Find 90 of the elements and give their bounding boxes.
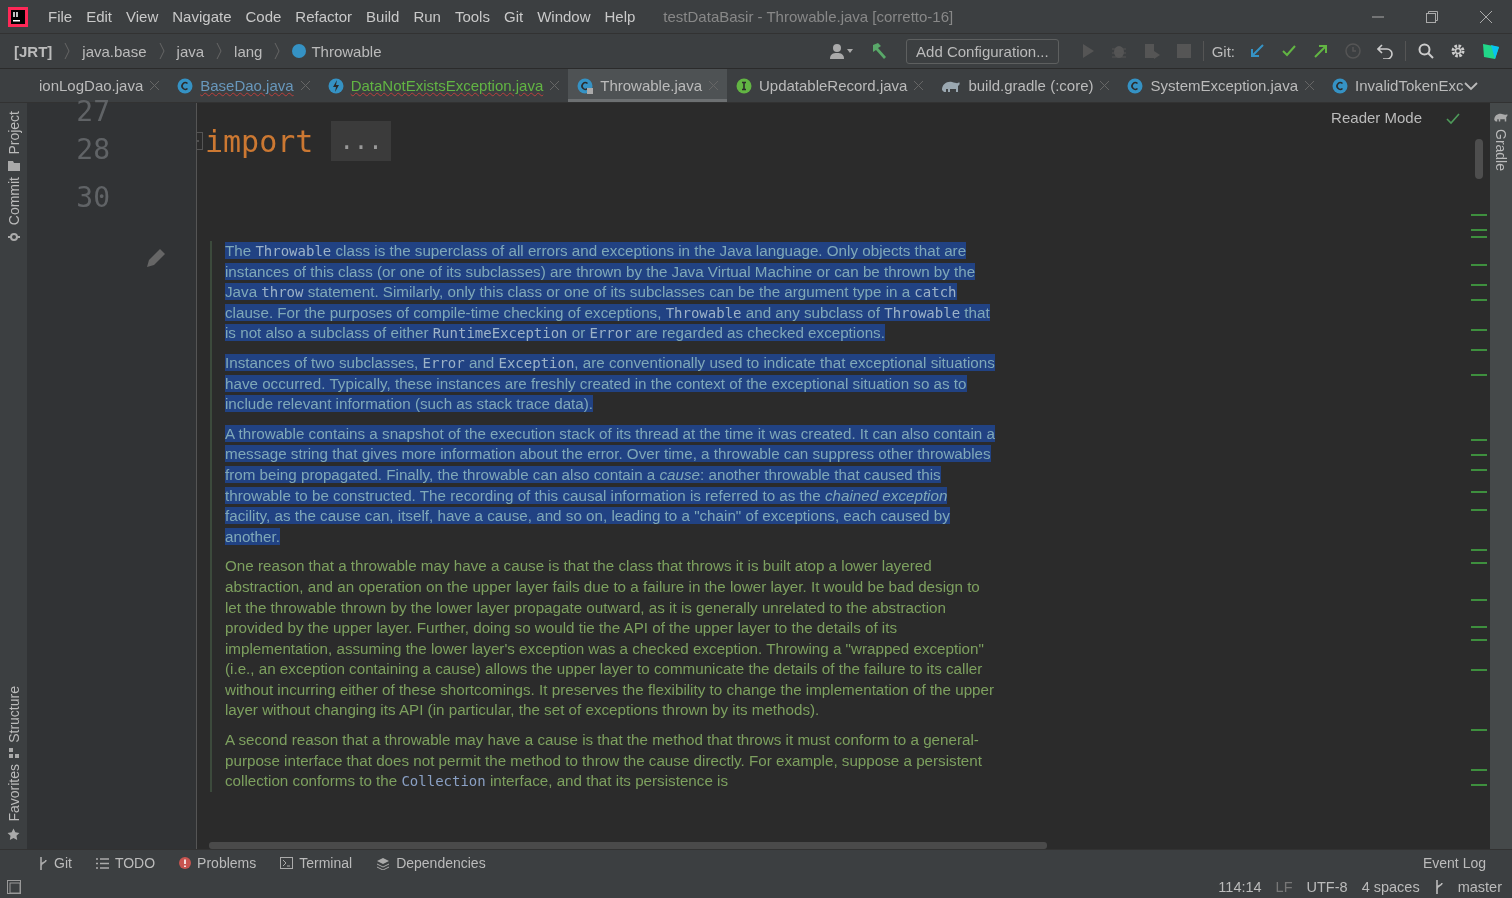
tool-window-button[interactable]: Gradle bbox=[1493, 129, 1509, 172]
tool-window-button[interactable]: Commit bbox=[5, 176, 22, 225]
lightning-icon bbox=[327, 77, 344, 94]
arrow-down-left-icon[interactable] bbox=[1249, 43, 1265, 59]
chevron-icon bbox=[158, 42, 165, 60]
folder-icon bbox=[7, 160, 20, 171]
git-branch[interactable]: master bbox=[1457, 879, 1502, 895]
breadcrumb[interactable]: java.base bbox=[82, 42, 147, 60]
chevron-down-icon[interactable] bbox=[1464, 81, 1478, 91]
branch-icon bbox=[38, 856, 48, 870]
check-icon[interactable] bbox=[1446, 113, 1460, 125]
hammer-icon[interactable] bbox=[870, 42, 889, 60]
breadcrumb[interactable]: lang bbox=[234, 42, 263, 60]
editor-tab[interactable]: InvalidTokenExc bbox=[1323, 69, 1473, 102]
scrollbar-thumb[interactable] bbox=[1475, 139, 1483, 179]
arrow-up-right-icon[interactable] bbox=[1313, 43, 1329, 59]
tool-window-button[interactable]: Favorites bbox=[5, 764, 22, 822]
folded-region[interactable]: ... bbox=[331, 121, 391, 161]
editor-tab[interactable]: build.gradle (:core) bbox=[932, 69, 1119, 102]
star-icon bbox=[7, 828, 20, 841]
tool-window-button[interactable]: Project bbox=[5, 111, 22, 155]
editor-tab[interactable]: UpdatableRecord.java bbox=[726, 69, 933, 102]
close-icon[interactable] bbox=[1480, 10, 1492, 23]
menu-item[interactable]: Help bbox=[598, 4, 642, 29]
layers-icon bbox=[376, 856, 391, 870]
event-log-button[interactable]: Event Log bbox=[1422, 855, 1486, 871]
horizontal-scrollbar[interactable] bbox=[209, 842, 1047, 849]
menu-item[interactable]: Edit bbox=[80, 4, 119, 29]
undo-icon[interactable] bbox=[1377, 43, 1393, 59]
branch-icon bbox=[1433, 880, 1444, 894]
app-logo-icon bbox=[8, 6, 28, 27]
doc-paragraph: The Throwable class is the superclass of all errors and exceptions in the Java language. Only objects that are instances of this class (or one of its subclasses) are thrown by the Java Virtual Machine or can be thrown by the Java throw statement. Similarly, only this class or one of its subclasses can be the argument type in a catch clause. For the purposes of compile-time checking of exceptions, Throwable and any subclass of Throwable that is not also a subclass of either RuntimeException or Error are regarded as checked exceptions. bbox=[225, 241, 991, 344]
add-configuration-button[interactable]: Add Configuration... bbox=[906, 38, 1059, 64]
coverage-icon[interactable] bbox=[1142, 43, 1161, 59]
doc-paragraph: Instances of two subclasses, Error and Exception, are conventionally used to indicate that exceptional situations have occurred. Typically, these instances are freshly created in the context of the exceptional situation so as to include relevant information (such as stack trace data). bbox=[225, 352, 995, 415]
check-icon[interactable] bbox=[1281, 43, 1297, 59]
menu-item[interactable]: File bbox=[42, 4, 79, 29]
tool-window-button[interactable]: Git bbox=[38, 855, 72, 871]
bug-icon[interactable] bbox=[1110, 43, 1127, 59]
commit-icon bbox=[7, 230, 20, 243]
menu-item[interactable]: Git bbox=[497, 4, 530, 29]
structure-icon bbox=[8, 748, 19, 759]
indent-setting[interactable]: 4 spaces bbox=[1361, 879, 1420, 895]
tool-window-button[interactable]: Terminal bbox=[280, 855, 353, 871]
window-title: testDataBasir - Throwable.java [corretto-16] bbox=[663, 8, 954, 25]
menu-item[interactable]: Code bbox=[239, 4, 288, 29]
plugin-logo-icon[interactable] bbox=[1482, 42, 1500, 60]
tool-window-button[interactable]: Problems bbox=[179, 855, 257, 871]
settings-icon[interactable] bbox=[1450, 43, 1466, 59]
user-icon[interactable] bbox=[830, 43, 855, 59]
editor-tab[interactable]: BaseDao.java bbox=[168, 69, 319, 102]
clock-icon[interactable] bbox=[1345, 43, 1361, 59]
terminal-icon bbox=[280, 857, 294, 869]
tool-window-button[interactable]: TODO bbox=[95, 855, 156, 871]
menu-item[interactable]: Window bbox=[531, 4, 597, 29]
menu-item[interactable]: Build bbox=[360, 4, 406, 29]
menu-item[interactable]: Refactor bbox=[289, 4, 359, 29]
menu-item[interactable]: Navigate bbox=[166, 4, 238, 29]
chevron-icon bbox=[274, 42, 281, 60]
menu-item[interactable]: Run bbox=[407, 4, 447, 29]
editor-tab[interactable]: DataNotExistsException.java bbox=[318, 69, 569, 102]
editor-tab[interactable]: SystemException.java bbox=[1118, 69, 1324, 102]
doc-paragraph: A throwable contains a snapshot of the execution stack of its thread at the time it was created. It can also contain a message string that gives more information about the error. Over time, a throwable can suppress other throwables from being propagated. Finally, the throwable can also contain a cause: another throwable that caused this throwable to be constructed. The recording of this causal information is referred to as the chained exception facility, as the cause can, itself, have a cause, and so on, leading to a "chain" of exceptions, each caused by another. bbox=[225, 423, 995, 547]
error-icon bbox=[179, 857, 192, 869]
restore-icon[interactable] bbox=[1426, 10, 1438, 23]
editor-tab[interactable]: Throwable.java bbox=[568, 69, 727, 102]
stop-icon[interactable] bbox=[1176, 44, 1191, 58]
chevron-icon bbox=[64, 42, 71, 60]
chevron-icon bbox=[216, 42, 223, 60]
breadcrumb[interactable]: Throwable bbox=[311, 42, 382, 60]
elephant-icon bbox=[1493, 111, 1509, 123]
run-icon[interactable] bbox=[1080, 43, 1095, 59]
doc-paragraph: One reason that a throwable may have a cause is that the class that throws it is built atop a lower layered abstraction, and an operation on the upper layer fails due to a failure in the lower layer. It would be bad design to let the throwable thrown by the lower layer propagate outward, as it is generally unrelated to the abstraction provided by the upper layer. Further, doing so would tie the API of the upper layer to the details of its implementation, assuming the lower layer's exception was a checked exception. Throwing a "wrapped exception" (i.e., an exception containing a cause) allows the upper layer to communicate the details of the failure to its caller without incurring either of these shortcomings. It preserves the flexibility to change the implementation of the upper layer without changing its API (in particular, the set of exceptions thrown by its methods). bbox=[225, 556, 995, 721]
panel-toggle-icon[interactable] bbox=[7, 880, 21, 894]
git-label: Git: bbox=[1211, 42, 1235, 60]
reader-mode-button[interactable]: Reader Mode bbox=[1331, 109, 1422, 126]
tool-window-button[interactable]: Structure bbox=[5, 685, 22, 743]
menu-item[interactable]: Tools bbox=[448, 4, 496, 29]
search-icon[interactable] bbox=[1418, 43, 1434, 59]
breadcrumb[interactable]: java bbox=[176, 42, 205, 60]
cursor-position[interactable]: 114:14 bbox=[1218, 879, 1262, 895]
menu-item[interactable]: View bbox=[120, 4, 165, 29]
list-icon bbox=[95, 857, 109, 869]
interface-icon bbox=[735, 77, 752, 94]
file-encoding[interactable]: UTF-8 bbox=[1306, 879, 1348, 895]
doc-paragraph: A second reason that a throwable may have a cause is that the method that throws it must conform to a general-purpose interface that does not permit the method to throw the cause directly. For example, suppose a persistent collection conforms to the Collection interface, and that its persistence is bbox=[225, 730, 983, 792]
code-keyword: import bbox=[205, 123, 314, 159]
breadcrumb[interactable]: [JRT] bbox=[14, 42, 53, 60]
editor-tab[interactable]: ionLogDao.java bbox=[30, 69, 169, 102]
tool-window-button[interactable]: Dependencies bbox=[376, 855, 486, 871]
